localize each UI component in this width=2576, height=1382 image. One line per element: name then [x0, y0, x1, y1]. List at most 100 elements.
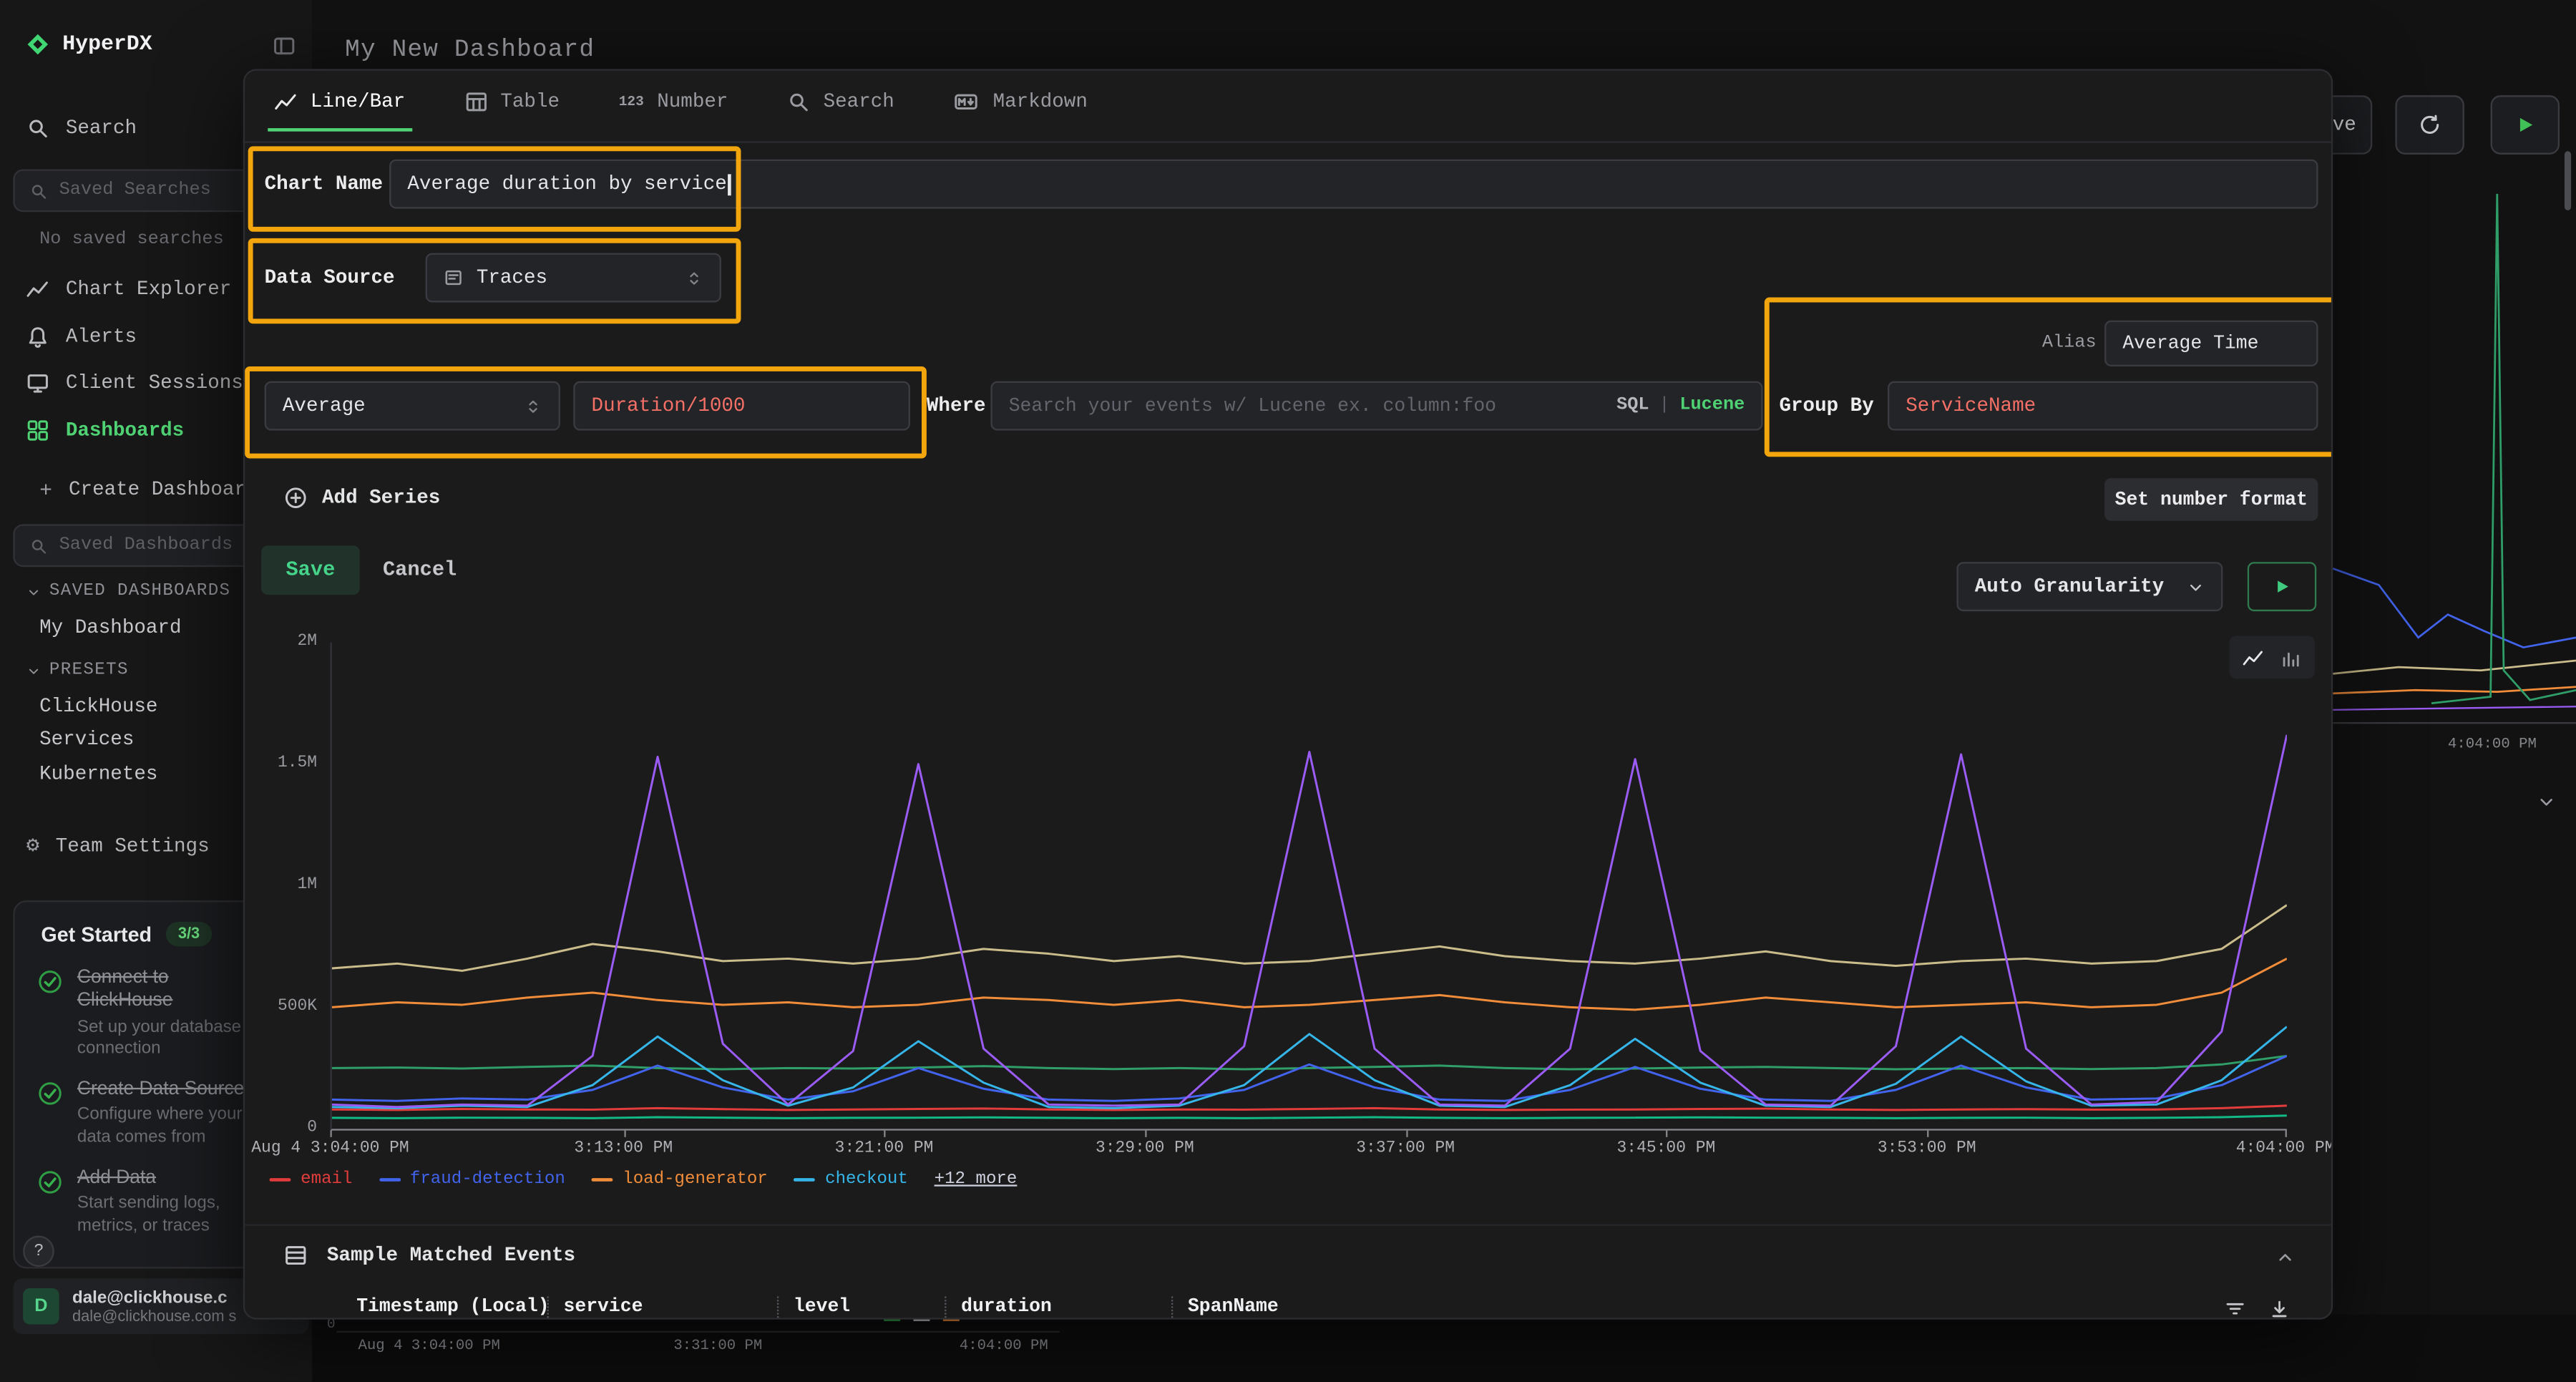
legend-item[interactable]: checkout	[794, 1170, 908, 1190]
sample-events-title: Sample Matched Events	[327, 1244, 575, 1267]
y-tick-label: 1M	[298, 877, 318, 895]
cancel-button[interactable]: Cancel	[383, 545, 457, 595]
run-chart-button[interactable]	[2248, 562, 2316, 611]
preset-link-kubernetes[interactable]: Kubernetes	[39, 762, 157, 785]
tab-table[interactable]: Table	[458, 90, 567, 131]
chart-legend: email fraud-detection load-generator checko…	[270, 1170, 2298, 1190]
plus-icon: +	[39, 477, 52, 502]
alias-label: Alias	[2042, 334, 2097, 354]
chart-type-tabs: Line/Bar Table 123 Number Search Markdow…	[268, 90, 1094, 131]
granularity-select[interactable]: Auto Granularity	[1956, 562, 2223, 611]
x-axis-labels: Aug 4 3:04:00 PM3:13:00 PM3:21:00 PM3:29…	[330, 1140, 2285, 1163]
check-circle-icon	[38, 1169, 62, 1194]
chart-series-fraud-detection	[332, 1056, 2287, 1101]
dashboard-link-my-dashboard[interactable]: My Dashboard	[39, 616, 181, 639]
chart-name-input[interactable]: Average duration by service	[389, 160, 2318, 209]
chart-display-toggle[interactable]	[2230, 636, 2315, 679]
lucene-mode-toggle[interactable]: Lucene	[1679, 396, 1745, 416]
page-title: My New Dashboard	[345, 37, 595, 64]
avatar: D	[23, 1288, 59, 1325]
x-tick-label: 3:45:00 PM	[1617, 1140, 1716, 1158]
sample-events-header[interactable]: Sample Matched Events	[284, 1244, 575, 1267]
y-tick-label: 1.5M	[278, 755, 317, 773]
bar-chart-icon[interactable]	[2280, 646, 2302, 668]
filter-rows-icon[interactable]	[2225, 1298, 2246, 1320]
legend-more-link[interactable]: +12 more	[935, 1170, 1018, 1190]
tab-number[interactable]: 123 Number	[613, 90, 735, 131]
x-tick-label: 3:29:00 PM	[1096, 1140, 1194, 1158]
preset-link-services[interactable]: Services	[39, 728, 134, 751]
save-chart-button[interactable]: Save	[261, 545, 360, 595]
download-icon[interactable]	[2269, 1298, 2290, 1320]
where-search-input[interactable]: Search your events w/ Lucene ex. column:…	[990, 381, 1762, 431]
search-icon	[26, 117, 49, 140]
field-input[interactable]: Duration/1000	[573, 381, 910, 431]
step-desc: Start sending logs, metrics, or traces	[77, 1193, 261, 1238]
mode-divider: |	[1659, 396, 1669, 416]
save-dashboard-label: ve	[2333, 113, 2356, 136]
aggregation-select[interactable]: Average	[265, 381, 560, 431]
column-header[interactable]: level	[777, 1296, 945, 1318]
x-tick-mark	[2285, 1131, 2287, 1137]
set-number-format-button[interactable]: Set number format	[2104, 478, 2318, 521]
x-tick-mark	[623, 1131, 625, 1137]
alias-input[interactable]: Average Time	[2104, 321, 2318, 366]
search-icon	[787, 90, 810, 113]
chevron-up-icon[interactable]	[2275, 1247, 2296, 1267]
where-placeholder: Search your events w/ Lucene ex. column:…	[1009, 395, 1496, 417]
column-header[interactable]: duration	[945, 1296, 1171, 1318]
tab-line-bar[interactable]: Line/Bar	[268, 90, 411, 131]
column-header[interactable]: service	[547, 1296, 777, 1318]
legend-swatch	[379, 1178, 400, 1182]
bottom-axis-label: 3:31:00 PM	[673, 1338, 762, 1354]
main-chart-svg	[332, 643, 2287, 1129]
sql-mode-toggle[interactable]: SQL	[1616, 396, 1649, 416]
section-presets[interactable]: PRESETS	[26, 661, 129, 681]
chevron-down-icon	[26, 663, 42, 678]
section-saved-dashboards[interactable]: SAVED DASHBOARDS	[26, 582, 231, 602]
chevron-down-icon[interactable]	[2537, 792, 2557, 812]
line-chart-icon[interactable]	[2243, 646, 2264, 668]
data-source-select[interactable]: Traces	[426, 253, 721, 303]
help-button[interactable]: ?	[23, 1236, 54, 1267]
step-desc: Set up your database connection	[77, 1017, 261, 1062]
tab-markdown[interactable]: Markdown	[947, 90, 1094, 131]
add-series-button[interactable]: Add Series	[284, 487, 440, 510]
bottom-axis-label: 4:04:00 PM	[960, 1338, 1048, 1354]
play-icon	[2272, 577, 2292, 597]
line-chart-icon	[26, 278, 49, 301]
background-mini-chart	[2333, 145, 2576, 729]
tab-search[interactable]: Search	[781, 90, 901, 131]
legend-label: email	[301, 1170, 352, 1190]
chart-editor-modal: Line/Bar Table 123 Number Search Markdow…	[243, 69, 2333, 1319]
gear-icon: ⚙	[26, 834, 39, 857]
chart-plot-area[interactable]	[330, 643, 2286, 1131]
data-source-icon	[444, 268, 464, 288]
check-circle-icon	[38, 970, 62, 994]
preset-link-clickhouse[interactable]: ClickHouse	[39, 695, 157, 718]
line-chart-icon	[274, 90, 297, 113]
section-divider	[245, 1224, 2333, 1225]
step-title: Create Data Source	[77, 1078, 261, 1101]
legend-item[interactable]: email	[270, 1170, 353, 1190]
number-123-icon: 123	[619, 94, 644, 110]
legend-item[interactable]: load-generator	[592, 1170, 768, 1190]
group-by-input[interactable]: ServiceName	[1888, 381, 2318, 431]
chart-series-email	[332, 1106, 2287, 1110]
x-tick-label: 3:21:00 PM	[835, 1140, 934, 1158]
get-started-badge: 3/3	[167, 922, 211, 946]
chart-series-load-generator	[332, 958, 2287, 1009]
x-tick-mark	[884, 1131, 886, 1137]
section-label: PRESETS	[49, 661, 129, 681]
legend-item[interactable]: fraud-detection	[379, 1170, 565, 1190]
column-header[interactable]: SpanName	[1171, 1296, 1500, 1318]
collapse-sidebar-icon[interactable]	[273, 34, 296, 57]
column-header[interactable]: Timestamp (Local)	[350, 1296, 547, 1318]
add-series-label: Add Series	[322, 487, 440, 510]
group-by-label: Group By	[1779, 394, 1873, 417]
search-icon	[29, 182, 47, 200]
y-tick-label: 0	[307, 1120, 317, 1138]
select-updown-icon	[685, 268, 703, 286]
y-tick-label: 2M	[298, 633, 318, 651]
x-tick-label: 3:53:00 PM	[1878, 1140, 1976, 1158]
